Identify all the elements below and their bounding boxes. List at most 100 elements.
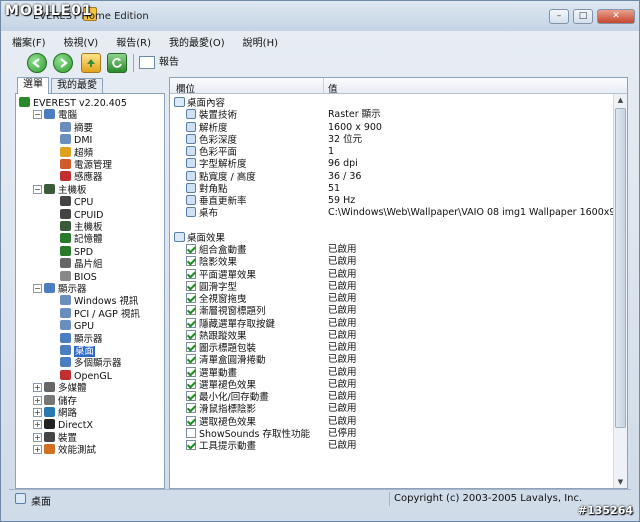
scroll-up-icon[interactable]: ▲ [615, 94, 626, 106]
tree-node[interactable]: 主機板 [47, 221, 103, 233]
tree-node[interactable]: − 電腦 [33, 109, 77, 121]
tree-node[interactable]: + 多媒體 [33, 382, 87, 394]
tree-node[interactable]: EVEREST v2.20.405 [19, 97, 127, 109]
detail-row[interactable]: 色彩深度 [186, 133, 237, 146]
tree-node[interactable]: OpenGL [47, 369, 112, 382]
detail-row[interactable]: 垂直更新率 [186, 195, 247, 207]
tree-node[interactable]: − 顯示器 [33, 283, 87, 295]
collapse-icon[interactable]: − [33, 184, 42, 194]
tree-node-label: 摘要 [74, 122, 94, 134]
tree-node[interactable]: SPD [47, 245, 93, 258]
collapse-icon[interactable]: − [33, 110, 42, 120]
expand-icon[interactable]: + [33, 445, 42, 455]
detail-row[interactable]: 選單動畫 [186, 366, 237, 379]
detail-row[interactable]: 選取褪色效果 [186, 415, 256, 428]
tree-node[interactable]: + 裝置 [33, 431, 77, 444]
detail-row[interactable]: 色彩平面 [186, 146, 237, 158]
minimize-button[interactable]: – [549, 9, 569, 24]
menu-item[interactable]: 檢視(V) [61, 33, 102, 50]
tab-favorites[interactable]: 我的最愛 [51, 78, 103, 93]
title-bar[interactable]: EVEREST Home Edition – □ ✕ [1, 1, 639, 31]
tree-node[interactable]: 晶片組 [47, 258, 103, 270]
vertical-scrollbar[interactable]: ▲ ▼ [613, 94, 627, 488]
expand-icon[interactable]: + [33, 395, 42, 405]
dmi-icon [60, 134, 71, 145]
menu-item[interactable]: 說明(H) [240, 33, 281, 50]
scroll-thumb[interactable] [615, 108, 626, 428]
section-header[interactable]: 桌面效果 [174, 231, 225, 244]
expand-icon[interactable]: + [33, 408, 42, 417]
detail-row[interactable]: 平面選單效果 [186, 268, 256, 281]
menu-item[interactable]: 報告(R) [113, 33, 154, 50]
tree-node[interactable]: 感應器 [47, 171, 103, 183]
tree-node[interactable]: BIOS [47, 270, 97, 283]
tree-node[interactable]: GPU [47, 320, 94, 332]
tree-node[interactable]: 桌面 [47, 345, 96, 357]
column-divider[interactable] [323, 78, 324, 94]
tree-node[interactable]: Windows 視訊 [47, 295, 138, 307]
tree-node[interactable]: 多個顯示器 [47, 357, 122, 369]
detail-row[interactable]: 陰影效果 [186, 256, 237, 268]
column-field[interactable]: 欄位 [176, 81, 195, 95]
row-value: Raster 顯示 [328, 109, 381, 121]
tree-node[interactable]: − 主機板 [33, 183, 87, 196]
detail-row[interactable]: 熱跟蹤效果 [186, 329, 247, 342]
detail-row[interactable]: 裝置技術 [186, 109, 237, 121]
tree-node-label: 效能測試 [58, 445, 97, 457]
report-button[interactable]: 報告 [137, 54, 179, 72]
checkbox-checked-icon [186, 317, 196, 328]
close-button[interactable]: ✕ [597, 9, 635, 24]
menu-item[interactable]: 檔案(F) [9, 33, 49, 50]
detail-row[interactable]: 桌布 [186, 207, 218, 219]
detail-row[interactable]: 解析度 [186, 121, 228, 134]
tree-node[interactable]: DMI [47, 134, 92, 146]
item-icon [186, 109, 196, 120]
detail-row[interactable]: 工具提示動畫 [186, 440, 256, 452]
row-value: 32 位元 [328, 133, 363, 145]
detail-row[interactable]: 漸層視窗標題列 [186, 305, 266, 317]
tree-node[interactable]: CPUID [47, 208, 103, 221]
tree-node[interactable]: 電源管理 [47, 159, 112, 171]
checkbox-unchecked-icon [186, 427, 196, 438]
detail-row[interactable]: 全視窗拖曳 [186, 293, 247, 305]
maximize-button[interactable]: □ [573, 9, 593, 24]
tree-node[interactable]: + 儲存 [33, 394, 77, 407]
tree-node[interactable]: + 效能測試 [33, 444, 96, 456]
refresh-icon[interactable] [107, 53, 127, 73]
tree-node[interactable]: 超頻 [47, 146, 93, 159]
tree-node[interactable]: + DirectX [33, 419, 93, 431]
detail-row[interactable]: 圓滑字型 [186, 280, 237, 293]
detail-row[interactable]: 字型解析度 [186, 158, 247, 170]
row-field: 漸層視窗標題列 [199, 306, 266, 318]
detail-row[interactable]: 圖示標題包裝 [186, 342, 256, 354]
tree-node[interactable]: CPU [47, 196, 93, 208]
detail-row[interactable]: 點寬度 / 高度 [186, 170, 256, 183]
forward-arrow-icon[interactable] [53, 53, 73, 73]
detail-row[interactable]: 最小化/回存動畫 [186, 391, 269, 403]
tree-node[interactable]: PCI / AGP 視訊 [47, 307, 140, 320]
detail-row[interactable]: 隱藏選單存取按鍵 [186, 317, 275, 330]
collapse-icon[interactable]: − [33, 284, 42, 293]
scroll-down-icon[interactable]: ▼ [615, 476, 626, 488]
detail-row[interactable]: 對角點 [186, 182, 228, 195]
detail-row[interactable]: ShowSounds 存取性功能 [186, 427, 310, 440]
row-value: 36 / 36 [328, 170, 362, 182]
tree-node[interactable]: 摘要 [47, 121, 94, 134]
expand-icon[interactable]: + [33, 420, 42, 430]
expand-icon[interactable]: + [33, 383, 42, 393]
detail-row[interactable]: 選單褪色效果 [186, 378, 256, 391]
section-header[interactable]: 桌面內容 [174, 97, 225, 109]
detail-row[interactable]: 滑鼠指標陰影 [186, 403, 256, 415]
menu-item[interactable]: 我的最愛(O) [166, 33, 228, 50]
back-arrow-icon[interactable] [27, 53, 47, 73]
column-value[interactable]: 值 [328, 81, 338, 95]
row-field: 最小化/回存動畫 [199, 392, 269, 403]
tree-node[interactable]: 記憶體 [47, 233, 103, 245]
up-folder-icon[interactable] [81, 53, 101, 73]
tree-node[interactable]: 顯示器 [47, 332, 103, 345]
tab-menu[interactable]: 選單 [17, 77, 49, 94]
tree-node[interactable]: + 網路 [33, 407, 77, 419]
detail-row[interactable]: 組合盒動畫 [186, 244, 247, 256]
detail-row[interactable]: 清單盒圓滑捲動 [186, 354, 266, 366]
expand-icon[interactable]: + [33, 432, 42, 442]
